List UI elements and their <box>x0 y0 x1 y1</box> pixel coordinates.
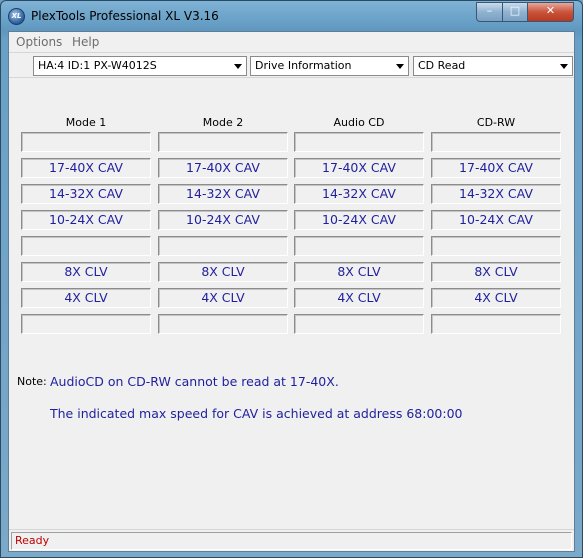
speed-cell: 4X CLV <box>294 288 424 308</box>
drive-select[interactable]: HA:4 ID:1 PX-W4012S <box>33 56 247 76</box>
speed-cell: 14-32X CAV <box>158 184 288 204</box>
speed-cell: 8X CLV <box>158 262 288 282</box>
view-select[interactable]: Drive Information <box>250 56 409 76</box>
speed-cell <box>294 236 424 256</box>
speed-cell: 10-24X CAV <box>431 210 561 230</box>
speed-cell <box>158 132 288 152</box>
speed-cell: 17-40X CAV <box>21 158 151 178</box>
toolbar: HA:4 ID:1 PX-W4012S Drive Information CD… <box>9 52 574 78</box>
chevron-down-icon <box>560 64 568 69</box>
menu-help[interactable]: Help <box>72 35 99 49</box>
speed-cell <box>158 314 288 334</box>
maximize-button[interactable]: □ <box>502 2 528 22</box>
status-bar: Ready <box>9 529 574 551</box>
speed-cell: 4X CLV <box>21 288 151 308</box>
chevron-down-icon <box>396 64 404 69</box>
menu-bar: Options Help <box>9 32 574 52</box>
client-area: Options Help HA:4 ID:1 PX-W4012S Drive I… <box>8 31 575 552</box>
minimize-button[interactable]: – <box>476 2 502 22</box>
speed-cell: 14-32X CAV <box>21 184 151 204</box>
speed-cell: 8X CLV <box>21 262 151 282</box>
function-select[interactable]: CD Read <box>413 56 573 76</box>
speed-cell <box>431 236 561 256</box>
speed-cell: 10-24X CAV <box>21 210 151 230</box>
chevron-down-icon <box>234 64 242 69</box>
note-line-audiocd: AudioCD on CD-RW cannot be read at 17-40… <box>50 374 339 389</box>
window-title: PlexTools Professional XL V3.16 <box>31 9 219 23</box>
speed-cell <box>431 314 561 334</box>
speed-cell: 10-24X CAV <box>158 210 288 230</box>
menu-options[interactable]: Options <box>16 35 62 49</box>
app-window: XL PlexTools Professional XL V3.16 – □ ✕… <box>0 0 583 558</box>
speed-cell <box>21 132 151 152</box>
column-header-audiocd: Audio CD <box>333 116 385 129</box>
view-select-value: Drive Information <box>255 59 352 72</box>
speed-cell <box>158 236 288 256</box>
column-header-mode2: Mode 2 <box>202 116 244 129</box>
speed-cell: 8X CLV <box>431 262 561 282</box>
function-select-value: CD Read <box>418 59 466 72</box>
status-text: Ready <box>11 532 572 550</box>
title-bar[interactable]: XL PlexTools Professional XL V3.16 – □ ✕ <box>1 1 582 31</box>
speed-cell: 14-32X CAV <box>294 184 424 204</box>
drive-select-value: HA:4 ID:1 PX-W4012S <box>38 59 157 72</box>
speed-cell: 4X CLV <box>431 288 561 308</box>
speed-cell <box>431 132 561 152</box>
speed-cell: 17-40X CAV <box>294 158 424 178</box>
speed-cell: 4X CLV <box>158 288 288 308</box>
speed-cell: 8X CLV <box>294 262 424 282</box>
speed-cell <box>21 314 151 334</box>
speed-cell <box>294 132 424 152</box>
note-line-cav: The indicated max speed for CAV is achie… <box>50 406 463 421</box>
app-logo-icon[interactable]: XL <box>8 8 25 25</box>
speed-cell: 17-40X CAV <box>158 158 288 178</box>
column-header-cdrw: CD-RW <box>476 116 516 129</box>
read-speed-panel: Mode 1 Mode 2 Audio CD CD-RW 17-40X CAV … <box>9 79 574 528</box>
close-button[interactable]: ✕ <box>528 2 574 22</box>
speed-cell: 17-40X CAV <box>431 158 561 178</box>
column-header-mode1: Mode 1 <box>65 116 107 129</box>
note-label: Note: <box>17 375 47 388</box>
speed-cell <box>294 314 424 334</box>
speed-cell: 10-24X CAV <box>294 210 424 230</box>
speed-cell: 14-32X CAV <box>431 184 561 204</box>
speed-cell <box>21 236 151 256</box>
